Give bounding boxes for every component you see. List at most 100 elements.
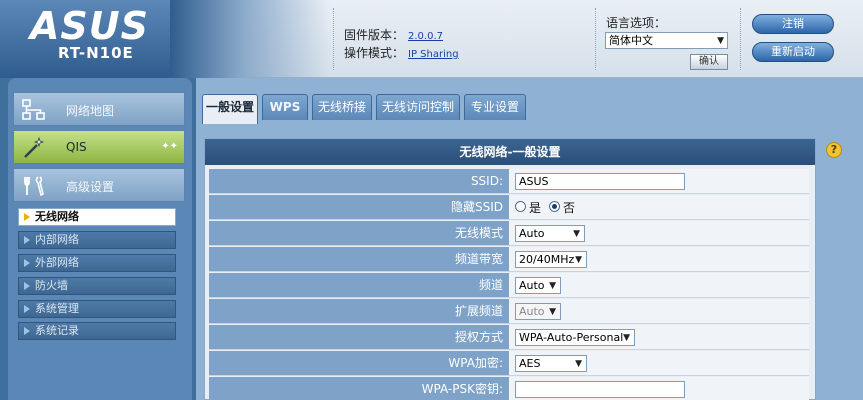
firmware-label: 固件版本： [344, 28, 405, 42]
wireless-mode-label: 无线模式 [209, 221, 509, 245]
language-selected-value: 简体中文 [609, 34, 653, 47]
header: ASUS RT-N10E 固件版本： 2.0.0.7 操作模式： IP Sharin… [0, 0, 863, 78]
channel-bandwidth-label: 频道带宽 [209, 247, 509, 271]
wpa-encryption-value: AES [519, 357, 541, 370]
ssid-label: SSID: [209, 169, 509, 193]
form-row-wpa-encryption: WPA加密: AES ▼ [209, 351, 809, 376]
extension-channel-value: Auto [519, 305, 545, 318]
channel-select[interactable]: Auto ▼ [515, 277, 561, 294]
menu-label: QIS [66, 140, 87, 154]
tab-wireless-bridge[interactable]: 无线桥接 [312, 94, 372, 120]
logout-button[interactable]: 注销 [752, 14, 834, 34]
channel-bandwidth-select[interactable]: 20/40MHz ▼ [515, 251, 587, 268]
form-row-wpa-psk: WPA-PSK密钥: [209, 377, 809, 400]
form-row-ssid: SSID: ASUS [209, 169, 809, 194]
main-content: 一般设置 WPS 无线桥接 无线访问控制 专业设置 无线网络-一般设置 SSID… [196, 78, 863, 400]
chevron-down-icon: ▼ [573, 229, 580, 239]
wireless-mode-select[interactable]: Auto ▼ [515, 225, 585, 242]
wpa-encryption-label: WPA加密: [209, 351, 509, 375]
channel-bandwidth-value: 20/40MHz [519, 253, 575, 266]
menu-network-map[interactable]: 网络地图 [13, 92, 185, 126]
submenu-firewall[interactable]: 防火墙 [18, 277, 176, 295]
submenu-lan[interactable]: 内部网络 [18, 231, 176, 249]
arrow-right-icon [24, 259, 30, 267]
hide-ssid-label: 隐藏SSID [209, 195, 509, 219]
hide-ssid-no-radio[interactable] [549, 201, 560, 212]
firmware-info: 固件版本： 2.0.0.7 [344, 26, 443, 43]
hide-ssid-yes-label: 是 [529, 201, 542, 215]
submenu-label: 系统记录 [35, 324, 79, 337]
chevron-down-icon: ▼ [623, 333, 630, 343]
chevron-down-icon: ▼ [575, 255, 582, 265]
submenu-wireless[interactable]: 无线网络 [18, 208, 176, 226]
submenu-wan[interactable]: 外部网络 [18, 254, 176, 272]
form-row-hide-ssid: 隐藏SSID 是 否 [209, 195, 809, 220]
form-row-channel-bandwidth: 频道带宽 20/40MHz ▼ [209, 247, 809, 272]
asus-logo: ASUS [30, 4, 150, 48]
operation-mode-info: 操作模式： IP Sharing [344, 44, 459, 61]
operation-mode-link[interactable]: IP Sharing [408, 49, 459, 60]
ssid-input[interactable]: ASUS [515, 173, 685, 190]
menu-label: 网络地图 [66, 104, 115, 118]
form-row-wireless-mode: 无线模式 Auto ▼ [209, 221, 809, 246]
auth-method-label: 授权方式 [209, 325, 509, 349]
menu-qis[interactable]: QIS ✦✦ [13, 130, 185, 164]
brand-area: ASUS RT-N10E [0, 0, 192, 78]
hide-ssid-yes-radio[interactable] [515, 201, 526, 212]
language-select[interactable]: 简体中文 ▼ [605, 32, 728, 49]
arrow-right-icon [24, 236, 30, 244]
chevron-down-icon: ▼ [549, 281, 556, 291]
submenu-label: 外部网络 [35, 256, 79, 269]
form-row-extension-channel: 扩展频道 Auto ▼ [209, 299, 809, 324]
tab-professional[interactable]: 专业设置 [464, 94, 526, 120]
arrow-right-icon [24, 305, 30, 313]
form-row-channel: 频道 Auto ▼ [209, 273, 809, 298]
wpa-psk-label: WPA-PSK密钥: [209, 377, 509, 400]
mode-label: 操作模式： [344, 46, 405, 60]
channel-label: 频道 [209, 273, 509, 297]
extension-channel-label: 扩展频道 [209, 299, 509, 323]
arrow-right-icon [24, 327, 30, 335]
tools-icon [24, 176, 44, 197]
wpa-psk-input[interactable] [515, 381, 685, 398]
header-divider [595, 8, 596, 70]
language-apply-button[interactable]: 确认 [690, 54, 728, 70]
auth-method-select[interactable]: WPA-Auto-Personal ▼ [515, 329, 635, 346]
sparkle-icon: ✦✦ [161, 141, 178, 152]
header-divider [740, 8, 741, 70]
menu-advanced-settings[interactable]: 高级设置 [13, 168, 185, 202]
auth-method-value: WPA-Auto-Personal [519, 331, 624, 344]
magic-wand-icon [24, 136, 45, 158]
wpa-encryption-select[interactable]: AES ▼ [515, 355, 587, 372]
network-map-icon [22, 99, 45, 120]
arrow-right-icon [24, 282, 30, 290]
panel-title: 无线网络-一般设置 [205, 139, 815, 165]
submenu-label: 系统管理 [35, 302, 79, 315]
wireless-mode-value: Auto [519, 227, 545, 240]
help-icon[interactable]: ? [826, 142, 842, 158]
submenu-label: 内部网络 [35, 233, 79, 246]
chevron-down-icon: ▼ [549, 307, 556, 317]
tab-wireless-access-control[interactable]: 无线访问控制 [376, 94, 460, 120]
tab-wps[interactable]: WPS [262, 94, 308, 120]
extension-channel-select[interactable]: Auto ▼ [515, 303, 561, 320]
arrow-right-icon [24, 213, 30, 221]
form-row-auth-method: 授权方式 WPA-Auto-Personal ▼ [209, 325, 809, 350]
language-label: 语言选项： [606, 16, 667, 30]
menu-label: 高级设置 [66, 180, 115, 194]
header-divider [333, 8, 334, 70]
hide-ssid-no-label: 否 [563, 201, 576, 215]
tab-general[interactable]: 一般设置 [202, 94, 258, 124]
model-name: RT-N10E [58, 44, 134, 62]
submenu-system-log[interactable]: 系统记录 [18, 322, 176, 340]
submenu-label: 防火墙 [35, 279, 68, 292]
firmware-version-link[interactable]: 2.0.0.7 [408, 31, 443, 42]
settings-panel: 无线网络-一般设置 SSID: ASUS 隐藏SSID 是 否 无线模式 Aut… [204, 138, 816, 400]
channel-value: Auto [519, 279, 545, 292]
submenu-label: 无线网络 [35, 210, 79, 223]
reboot-button[interactable]: 重新启动 [752, 42, 834, 62]
submenu-administration[interactable]: 系统管理 [18, 300, 176, 318]
chevron-down-icon: ▼ [575, 359, 582, 369]
header-decoration [170, 0, 330, 78]
chevron-down-icon: ▼ [717, 36, 724, 46]
